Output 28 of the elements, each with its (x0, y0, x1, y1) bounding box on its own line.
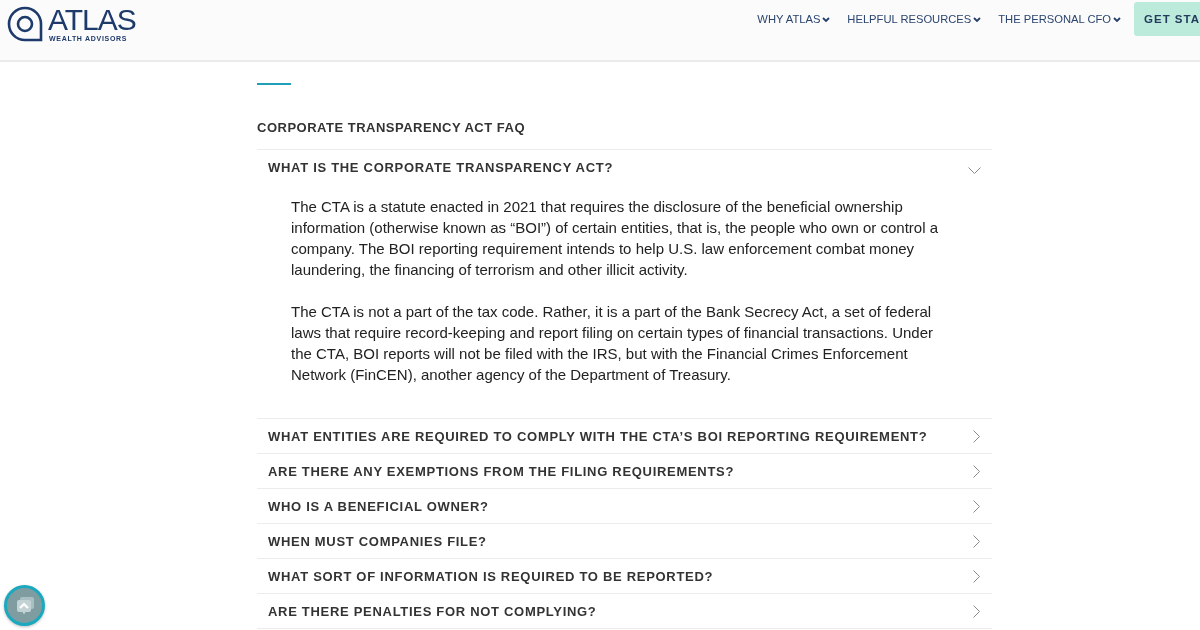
faq-question[interactable]: ARE THERE ANY EXEMPTIONS FROM THE FILING REQUIREMENTS? (257, 454, 992, 488)
nav-link[interactable]: HELPFUL RESOURCES (847, 13, 982, 25)
faq-question[interactable]: WHO IS A BENEFICIAL OWNER? (257, 489, 992, 523)
chevron-up-icon (14, 595, 35, 616)
chevron-right-icon (973, 604, 980, 618)
faq-title: CORPORATE TRANSPARENCY ACT FAQ (257, 120, 527, 136)
logo-icon (7, 6, 43, 42)
chevron-right-icon (973, 499, 980, 513)
faq-question[interactable]: WHEN MUST COMPANIES FILE? (257, 524, 992, 558)
chevron-right-icon (973, 464, 980, 478)
chevron-right-icon (973, 429, 980, 443)
chevron-right-icon (973, 534, 980, 548)
chevron-down-icon (968, 166, 981, 174)
get-started-button[interactable]: GET STA (1134, 2, 1200, 36)
caret-icon (1113, 16, 1121, 22)
nav-link[interactable]: THE PERSONAL CFO (998, 13, 1121, 25)
answer-paragraph: The CTA is a statute enacted in 2021 that requires the disclosure of the beneficial ownership information (otherwise known as “BOI”) of certain entities, that is, the people who own or control a company. The BOI reporting requirement intends to help U.S. law enforcement combat money laundering, the financing of terrorism and other illicit activity. (291, 197, 939, 280)
faq-question[interactable]: WHAT ENTITIES ARE REQUIRED TO COMPLY WITH THE CTA’S BOI REPORTING REQUIREMENT? (257, 419, 992, 453)
faq-question[interactable]: ARE THERE PENALTIES FOR NOT COMPLYING? (257, 594, 992, 628)
brand-name: ATLAS (48, 6, 136, 34)
answer-paragraph: The CTA is not a part of the tax code. Rather, it is a part of the Bank Secrecy Act, a set of federal laws that require record-keeping and report filing on certain types of financial transactions. Under the CTA, BOI reports will not be filed with the IRS, but with the Financial Crimes Enforcement Network (FinCEN), another agency of the Department of Treasury. (291, 302, 934, 385)
chevron-right-icon (973, 569, 980, 583)
nav-link[interactable]: WHY ATLAS (757, 13, 831, 25)
caret-icon (822, 16, 831, 22)
faq-question[interactable]: WHAT IS THE CORPORATE TRANSPARENCY ACT? (257, 150, 992, 184)
faq-question[interactable]: WHAT SORT OF INFORMATION IS REQUIRED TO BE REPORTED? (257, 559, 992, 593)
scroll-to-top-button[interactable] (4, 585, 45, 626)
caret-icon (973, 16, 982, 22)
